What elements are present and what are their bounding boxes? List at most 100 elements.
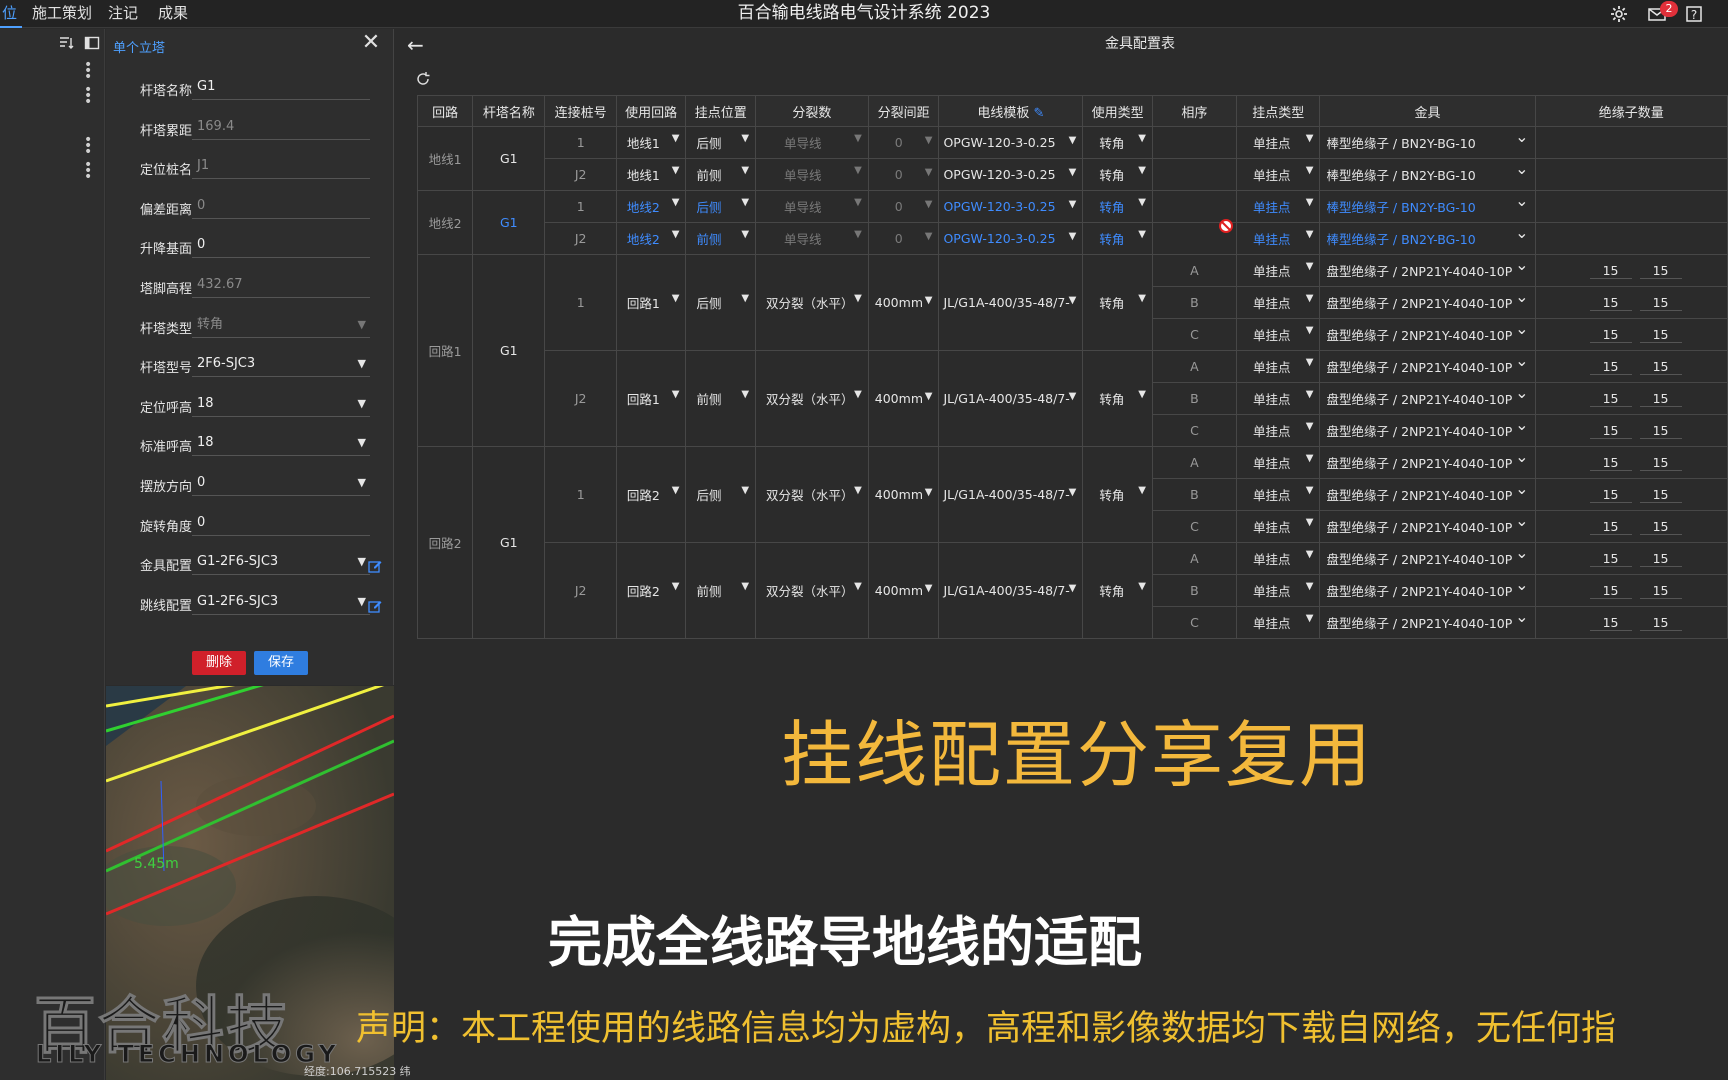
insulator-count-input[interactable]: 15 — [1589, 519, 1632, 535]
gear-icon[interactable] — [1609, 4, 1629, 24]
dropdown-caret-icon[interactable]: ▼ — [672, 485, 680, 496]
insulator-count-input[interactable]: 15 — [1639, 423, 1682, 439]
fitting-select[interactable]: 盘型绝缘子 / 2NP21Y-4040-10P ⌄ — [1321, 384, 1534, 408]
hang-position-select[interactable]: 后侧 ▼ — [687, 485, 755, 504]
dropdown-caret-icon[interactable]: ▼ — [672, 229, 680, 240]
dropdown-caret-icon[interactable]: ▼ — [1069, 167, 1077, 178]
hang-type-select[interactable]: 单挂点 ▼ — [1237, 261, 1318, 280]
insulator-count-input[interactable]: 15 — [1589, 295, 1632, 311]
chevron-down-icon[interactable]: ⌄ — [1515, 608, 1528, 627]
wire-template-select[interactable]: OPGW-120-3-0.25 ▼ — [940, 199, 1082, 214]
insulator-count-input[interactable]: 15 — [1639, 391, 1682, 407]
dropdown-caret-icon[interactable]: ▼ — [1069, 231, 1077, 242]
insulator-count-input[interactable]: 15 — [1589, 359, 1632, 375]
split-count-select[interactable]: 双分裂（水平） ▼ — [757, 389, 868, 408]
fitting-select[interactable]: 盘型绝缘子 / 2NP21Y-4040-10P ⌄ — [1321, 480, 1534, 504]
split-gap-select[interactable]: 0 ▼ — [869, 135, 938, 150]
dropdown-caret-icon[interactable]: ▼ — [854, 485, 862, 496]
dropdown-caret-icon[interactable]: ▼ — [741, 133, 749, 144]
use-type-select[interactable]: 转角 ▼ — [1084, 485, 1152, 504]
edit-icon[interactable] — [368, 599, 382, 613]
use-loop-select[interactable]: 地线1 ▼ — [617, 165, 685, 184]
dropdown-caret-icon[interactable]: ▼ — [1306, 453, 1314, 464]
field-select[interactable]: 18 ▼ — [192, 391, 370, 417]
chevron-down-icon[interactable]: ⌄ — [1515, 192, 1528, 211]
dropdown-caret-icon[interactable]: ▼ — [854, 133, 862, 144]
dropdown-caret-icon[interactable]: ▼ — [925, 487, 933, 498]
split-gap-select[interactable]: 0 ▼ — [869, 199, 938, 214]
wire-template-select[interactable]: OPGW-120-3-0.25 ▼ — [940, 135, 1082, 150]
dropdown-caret-icon[interactable]: ▼ — [672, 293, 680, 304]
hang-type-select[interactable]: 单挂点 ▼ — [1237, 613, 1318, 632]
hang-type-select[interactable]: 单挂点 ▼ — [1237, 357, 1318, 376]
dropdown-caret-icon[interactable]: ▼ — [1138, 389, 1146, 400]
dropdown-caret-icon[interactable]: ▼ — [358, 430, 366, 456]
hang-type-select[interactable]: 单挂点 ▼ — [1237, 421, 1318, 440]
dropdown-caret-icon[interactable]: ▼ — [925, 135, 933, 146]
hang-type-select[interactable]: 单挂点 ▼ — [1237, 229, 1318, 248]
dropdown-caret-icon[interactable]: ▼ — [1306, 389, 1314, 400]
sort-icon[interactable] — [58, 35, 74, 51]
hang-position-select[interactable]: 前侧 ▼ — [687, 229, 755, 248]
chevron-down-icon[interactable]: ⌄ — [1515, 256, 1528, 275]
use-type-select[interactable]: 转角 ▼ — [1084, 229, 1152, 248]
dropdown-caret-icon[interactable]: ▼ — [925, 295, 933, 306]
dropdown-caret-icon[interactable]: ▼ — [1069, 199, 1077, 210]
insulator-count-input[interactable]: 15 — [1639, 487, 1682, 503]
dropdown-caret-icon[interactable]: ▼ — [741, 485, 749, 496]
fitting-select[interactable]: 盘型绝缘子 / 2NP21Y-4040-10P ⌄ — [1321, 288, 1534, 312]
use-type-select[interactable]: 转角 ▼ — [1084, 197, 1152, 216]
split-gap-select[interactable]: 400mm ▼ — [869, 391, 938, 406]
field-select[interactable]: G1-2F6-SJC3 ▼ — [192, 549, 370, 576]
insulator-count-input[interactable]: 15 — [1639, 327, 1682, 343]
more-icon[interactable]: • • • — [84, 158, 92, 184]
split-count-select[interactable]: 单导线 ▼ — [757, 197, 868, 216]
hang-type-select[interactable]: 单挂点 ▼ — [1237, 133, 1318, 152]
field-select[interactable]: 0 ▼ — [192, 470, 370, 496]
field-select[interactable]: 18 ▼ — [192, 430, 370, 457]
dropdown-caret-icon[interactable]: ▼ — [1138, 581, 1146, 592]
chevron-down-icon[interactable]: ⌄ — [1515, 224, 1528, 243]
hang-position-select[interactable]: 前侧 ▼ — [687, 581, 755, 600]
dropdown-caret-icon[interactable]: ▼ — [672, 197, 680, 208]
dropdown-caret-icon[interactable]: ▼ — [741, 581, 749, 592]
fitting-select[interactable]: 棒型绝缘子 / BN2Y-BG-10 ⌄ — [1321, 192, 1534, 216]
wire-template-select[interactable]: OPGW-120-3-0.25 ▼ — [940, 231, 1082, 246]
hang-type-select[interactable]: 单挂点 ▼ — [1237, 549, 1318, 568]
insulator-count-input[interactable]: 15 — [1639, 615, 1682, 631]
insulator-count-input[interactable]: 15 — [1639, 359, 1682, 375]
hang-type-select[interactable]: 单挂点 ▼ — [1237, 389, 1318, 408]
dropdown-caret-icon[interactable]: ▼ — [1069, 583, 1077, 594]
insulator-count-input[interactable]: 15 — [1639, 519, 1682, 535]
close-icon[interactable]: ✕ — [360, 32, 382, 54]
dropdown-caret-icon[interactable]: ▼ — [854, 581, 862, 592]
dropdown-caret-icon[interactable]: ▼ — [1306, 293, 1314, 304]
hang-position-select[interactable]: 前侧 ▼ — [687, 389, 755, 408]
insulator-count-input[interactable]: 15 — [1639, 263, 1682, 279]
dropdown-caret-icon[interactable]: ▼ — [358, 589, 366, 615]
dropdown-caret-icon[interactable]: ▼ — [1306, 517, 1314, 528]
chevron-down-icon[interactable]: ⌄ — [1515, 288, 1528, 307]
dropdown-caret-icon[interactable]: ▼ — [741, 165, 749, 176]
dropdown-caret-icon[interactable]: ▼ — [672, 165, 680, 176]
field-input[interactable]: G1 — [192, 74, 370, 100]
dropdown-caret-icon[interactable]: ▼ — [741, 197, 749, 208]
fitting-select[interactable]: 盘型绝缘子 / 2NP21Y-4040-10P ⌄ — [1321, 352, 1534, 376]
insulator-count-input[interactable]: 15 — [1639, 551, 1682, 567]
fitting-select[interactable]: 盘型绝缘子 / 2NP21Y-4040-10P ⌄ — [1321, 320, 1534, 344]
hang-type-select[interactable]: 单挂点 ▼ — [1237, 581, 1318, 600]
wire-template-select[interactable]: OPGW-120-3-0.25 ▼ — [940, 167, 1082, 182]
hang-type-select[interactable]: 单挂点 ▼ — [1237, 485, 1318, 504]
dropdown-caret-icon[interactable]: ▼ — [1138, 485, 1146, 496]
dropdown-caret-icon[interactable]: ▼ — [1306, 133, 1314, 144]
hang-type-select[interactable]: 单挂点 ▼ — [1237, 197, 1318, 216]
dropdown-caret-icon[interactable]: ▼ — [854, 197, 862, 208]
dropdown-caret-icon[interactable]: ▼ — [1306, 485, 1314, 496]
dropdown-caret-icon[interactable]: ▼ — [1138, 133, 1146, 144]
dropdown-caret-icon[interactable]: ▼ — [741, 389, 749, 400]
dropdown-caret-icon[interactable]: ▼ — [358, 312, 366, 338]
dropdown-caret-icon[interactable]: ▼ — [1069, 487, 1077, 498]
use-type-select[interactable]: 转角 ▼ — [1084, 581, 1152, 600]
split-count-select[interactable]: 单导线 ▼ — [757, 133, 868, 152]
hang-type-select[interactable]: 单挂点 ▼ — [1237, 453, 1318, 472]
